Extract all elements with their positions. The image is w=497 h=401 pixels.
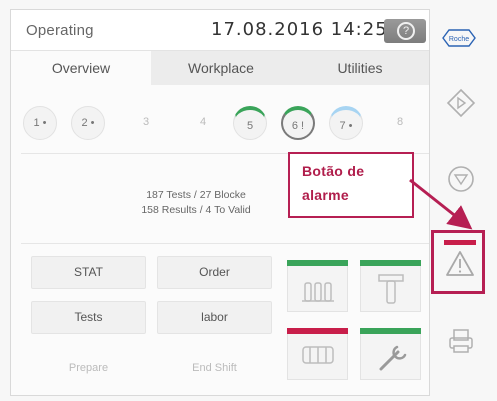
circle-down-icon[interactable] (442, 160, 480, 198)
help-button[interactable]: ? (384, 19, 426, 43)
tab-workplace[interactable]: Workplace (151, 51, 291, 85)
diamond-arrow-icon[interactable] (442, 84, 480, 122)
end-shift-button[interactable]: End Shift (157, 362, 272, 374)
maintenance-tile[interactable] (360, 328, 421, 380)
module-2[interactable]: 2 • (71, 106, 105, 140)
wrench-icon (379, 345, 407, 371)
prepare-button[interactable]: Prepare (31, 362, 146, 374)
order-button[interactable]: Order (157, 256, 272, 289)
alarm-annotation: Botão de alarme (288, 152, 414, 218)
module-4[interactable]: 4 (186, 106, 220, 140)
date-time: 17.08.2016 14:25 (211, 19, 388, 40)
test-summary: 187 Tests / 27 Blocke 158 Results / 4 To… (101, 188, 291, 218)
reagent-tubes-icon (302, 282, 334, 302)
annotation-line-1: Botão de (302, 163, 365, 179)
module-1[interactable]: 1 • (23, 106, 57, 140)
module-7[interactable]: 7 • (329, 106, 363, 140)
tools-tile[interactable] (360, 260, 421, 312)
tab-utilities[interactable]: Utilities (291, 51, 429, 85)
results-summary-line: 158 Results / 4 To Valid (141, 204, 251, 216)
module-6[interactable]: 6 ! (281, 106, 315, 140)
sample-rack-icon (302, 346, 334, 364)
tab-bar: Overview Workplace Utilities (11, 51, 429, 85)
module-5[interactable]: 5 (233, 106, 267, 140)
t-tool-icon (378, 274, 404, 304)
samples-tile[interactable] (287, 328, 348, 380)
printer-icon[interactable] (442, 322, 480, 360)
module-8[interactable]: 8 (383, 106, 417, 140)
svg-text:Roche: Roche (449, 36, 469, 43)
divider (21, 243, 429, 244)
help-icon: ? (397, 22, 415, 40)
reagents-tile[interactable] (287, 260, 348, 312)
tests-summary-line: 187 Tests / 27 Blocke (146, 189, 246, 201)
status-bar: Operating 17.08.2016 14:25 ? (11, 10, 429, 51)
alarm-highlight-box (431, 230, 485, 294)
stat-button[interactable]: STAT (31, 256, 146, 289)
labor-button[interactable]: labor (157, 301, 272, 334)
roche-logo: Roche (442, 29, 476, 47)
analyzer-screen: Operating 17.08.2016 14:25 ? Overview Wo… (0, 0, 497, 401)
tests-button[interactable]: Tests (31, 301, 146, 334)
module-3[interactable]: 3 (129, 106, 163, 140)
tab-overview[interactable]: Overview (11, 51, 151, 85)
main-panel: Operating 17.08.2016 14:25 ? Overview Wo… (10, 9, 430, 396)
system-status: Operating (26, 22, 94, 39)
annotation-line-2: alarme (302, 187, 349, 203)
